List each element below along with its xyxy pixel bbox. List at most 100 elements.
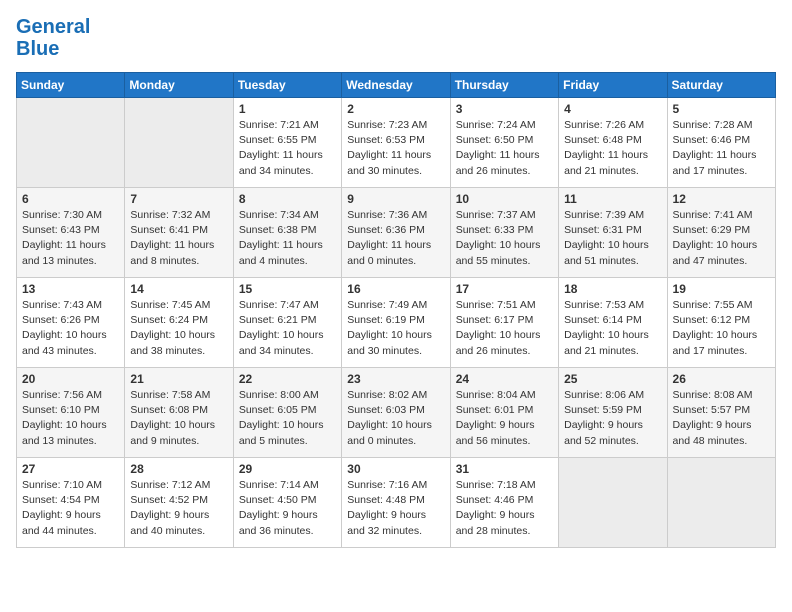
day-of-week-header: Monday	[125, 73, 233, 98]
day-number: 11	[564, 192, 661, 206]
calendar-day-cell: 10 Sunrise: 7:37 AMSunset: 6:33 PMDayligh…	[450, 188, 558, 278]
calendar-day-cell: 15 Sunrise: 7:47 AMSunset: 6:21 PMDayligh…	[233, 278, 341, 368]
day-number: 17	[456, 282, 553, 296]
calendar-day-cell: 6 Sunrise: 7:30 AMSunset: 6:43 PMDaylight…	[17, 188, 125, 278]
calendar-day-cell: 2 Sunrise: 7:23 AMSunset: 6:53 PMDaylight…	[342, 98, 450, 188]
calendar-day-cell: 16 Sunrise: 7:49 AMSunset: 6:19 PMDayligh…	[342, 278, 450, 368]
calendar-day-cell: 20 Sunrise: 7:56 AMSunset: 6:10 PMDayligh…	[17, 368, 125, 458]
day-info: Sunrise: 7:51 AMSunset: 6:17 PMDaylight:…	[456, 298, 553, 359]
day-number: 10	[456, 192, 553, 206]
day-info: Sunrise: 7:53 AMSunset: 6:14 PMDaylight:…	[564, 298, 661, 359]
logo-line2: Blue	[16, 38, 90, 60]
day-info: Sunrise: 8:04 AMSunset: 6:01 PMDaylight:…	[456, 388, 553, 449]
day-number: 3	[456, 102, 553, 116]
day-number: 5	[673, 102, 770, 116]
day-number: 18	[564, 282, 661, 296]
day-of-week-header: Tuesday	[233, 73, 341, 98]
day-info: Sunrise: 7:56 AMSunset: 6:10 PMDaylight:…	[22, 388, 119, 449]
day-number: 27	[22, 462, 119, 476]
calendar-day-cell: 19Sunrise: 7:55 AMSunset: 6:12 PMDayligh…	[667, 278, 775, 368]
calendar-day-cell: 5Sunrise: 7:28 AMSunset: 6:46 PMDaylight…	[667, 98, 775, 188]
calendar-day-cell: 9Sunrise: 7:36 AMSunset: 6:36 PMDaylight…	[342, 188, 450, 278]
day-info: Sunrise: 7:26 AMSunset: 6:48 PMDaylight:…	[564, 118, 661, 179]
calendar-day-cell: 26 Sunrise: 8:08 AMSunset: 5:57 PMDayligh…	[667, 368, 775, 458]
day-info: Sunrise: 7:14 AMSunset: 4:50 PMDaylight:…	[239, 478, 336, 539]
day-info: Sunrise: 8:06 AMSunset: 5:59 PMDaylight:…	[564, 388, 661, 449]
day-of-week-header: Wednesday	[342, 73, 450, 98]
day-info: Sunrise: 7:23 AMSunset: 6:53 PMDaylight:…	[347, 118, 444, 179]
calendar-day-cell: 22 Sunrise: 8:00 AMSunset: 6:05 PMDayligh…	[233, 368, 341, 458]
day-number: 15	[239, 282, 336, 296]
day-number: 23	[347, 372, 444, 386]
day-info: Sunrise: 7:30 AMSunset: 6:43 PMDaylight:…	[22, 208, 119, 269]
day-number: 9	[347, 192, 444, 206]
calendar-day-cell: 27 Sunrise: 7:10 AMSunset: 4:54 PMDayligh…	[17, 458, 125, 548]
calendar-day-cell: 14Sunrise: 7:45 AMSunset: 6:24 PMDayligh…	[125, 278, 233, 368]
day-info: Sunrise: 7:10 AMSunset: 4:54 PMDaylight:…	[22, 478, 119, 539]
day-info: Sunrise: 7:49 AMSunset: 6:19 PMDaylight:…	[347, 298, 444, 359]
day-info: Sunrise: 7:24 AMSunset: 6:50 PMDaylight:…	[456, 118, 553, 179]
day-info: Sunrise: 7:32 AMSunset: 6:41 PMDaylight:…	[130, 208, 227, 269]
day-of-week-header: Thursday	[450, 73, 558, 98]
calendar-day-cell: 17 Sunrise: 7:51 AMSunset: 6:17 PMDayligh…	[450, 278, 558, 368]
calendar-week-row: 20 Sunrise: 7:56 AMSunset: 6:10 PMDayligh…	[17, 368, 776, 458]
day-number: 24	[456, 372, 553, 386]
calendar-table: SundayMondayTuesdayWednesdayThursdayFrid…	[16, 72, 776, 548]
day-info: Sunrise: 7:21 AMSunset: 6:55 PMDaylight:…	[239, 118, 336, 179]
day-info: Sunrise: 7:18 AMSunset: 4:46 PMDaylight:…	[456, 478, 553, 539]
day-info: Sunrise: 8:00 AMSunset: 6:05 PMDaylight:…	[239, 388, 336, 449]
calendar-day-cell: 7 Sunrise: 7:32 AMSunset: 6:41 PMDaylight…	[125, 188, 233, 278]
calendar-body: 1 Sunrise: 7:21 AMSunset: 6:55 PMDaylight…	[17, 98, 776, 548]
day-number: 25	[564, 372, 661, 386]
day-number: 28	[130, 462, 227, 476]
calendar-day-cell: 12 Sunrise: 7:41 AMSunset: 6:29 PMDayligh…	[667, 188, 775, 278]
day-number: 13	[22, 282, 119, 296]
day-number: 4	[564, 102, 661, 116]
calendar-header-row: SundayMondayTuesdayWednesdayThursdayFrid…	[17, 73, 776, 98]
calendar-day-cell	[17, 98, 125, 188]
day-info: Sunrise: 7:16 AMSunset: 4:48 PMDaylight:…	[347, 478, 444, 539]
day-info: Sunrise: 7:58 AMSunset: 6:08 PMDaylight:…	[130, 388, 227, 449]
day-number: 29	[239, 462, 336, 476]
calendar-day-cell: 25 Sunrise: 8:06 AMSunset: 5:59 PMDayligh…	[559, 368, 667, 458]
logo-text: General	[16, 16, 90, 38]
calendar-day-cell: 1 Sunrise: 7:21 AMSunset: 6:55 PMDaylight…	[233, 98, 341, 188]
day-number: 22	[239, 372, 336, 386]
day-number: 8	[239, 192, 336, 206]
day-number: 12	[673, 192, 770, 206]
day-info: Sunrise: 7:43 AMSunset: 6:26 PMDaylight:…	[22, 298, 119, 359]
day-info: Sunrise: 7:39 AMSunset: 6:31 PMDaylight:…	[564, 208, 661, 269]
day-number: 19	[673, 282, 770, 296]
day-number: 21	[130, 372, 227, 386]
day-number: 6	[22, 192, 119, 206]
calendar-day-cell	[125, 98, 233, 188]
day-info: Sunrise: 7:34 AMSunset: 6:38 PMDaylight:…	[239, 208, 336, 269]
day-number: 7	[130, 192, 227, 206]
day-info: Sunrise: 7:37 AMSunset: 6:33 PMDaylight:…	[456, 208, 553, 269]
day-info: Sunrise: 8:08 AMSunset: 5:57 PMDaylight:…	[673, 388, 770, 449]
day-info: Sunrise: 7:47 AMSunset: 6:21 PMDaylight:…	[239, 298, 336, 359]
calendar-week-row: 1 Sunrise: 7:21 AMSunset: 6:55 PMDaylight…	[17, 98, 776, 188]
calendar-day-cell: 4 Sunrise: 7:26 AMSunset: 6:48 PMDaylight…	[559, 98, 667, 188]
calendar-week-row: 6 Sunrise: 7:30 AMSunset: 6:43 PMDaylight…	[17, 188, 776, 278]
logo: General Blue	[16, 16, 90, 60]
day-of-week-header: Saturday	[667, 73, 775, 98]
day-number: 1	[239, 102, 336, 116]
day-number: 20	[22, 372, 119, 386]
calendar-day-cell: 23Sunrise: 8:02 AMSunset: 6:03 PMDayligh…	[342, 368, 450, 458]
day-number: 26	[673, 372, 770, 386]
calendar-day-cell: 30 Sunrise: 7:16 AMSunset: 4:48 PMDayligh…	[342, 458, 450, 548]
calendar-day-cell: 11 Sunrise: 7:39 AMSunset: 6:31 PMDayligh…	[559, 188, 667, 278]
calendar-day-cell: 21 Sunrise: 7:58 AMSunset: 6:08 PMDayligh…	[125, 368, 233, 458]
page-header: General Blue	[16, 16, 776, 60]
calendar-day-cell	[667, 458, 775, 548]
day-number: 31	[456, 462, 553, 476]
calendar-day-cell: 18 Sunrise: 7:53 AMSunset: 6:14 PMDayligh…	[559, 278, 667, 368]
calendar-week-row: 13 Sunrise: 7:43 AMSunset: 6:26 PMDayligh…	[17, 278, 776, 368]
day-info: Sunrise: 7:41 AMSunset: 6:29 PMDaylight:…	[673, 208, 770, 269]
day-info: Sunrise: 7:45 AMSunset: 6:24 PMDaylight:…	[130, 298, 227, 359]
calendar-day-cell: 8 Sunrise: 7:34 AMSunset: 6:38 PMDaylight…	[233, 188, 341, 278]
day-number: 16	[347, 282, 444, 296]
day-number: 2	[347, 102, 444, 116]
day-number: 30	[347, 462, 444, 476]
